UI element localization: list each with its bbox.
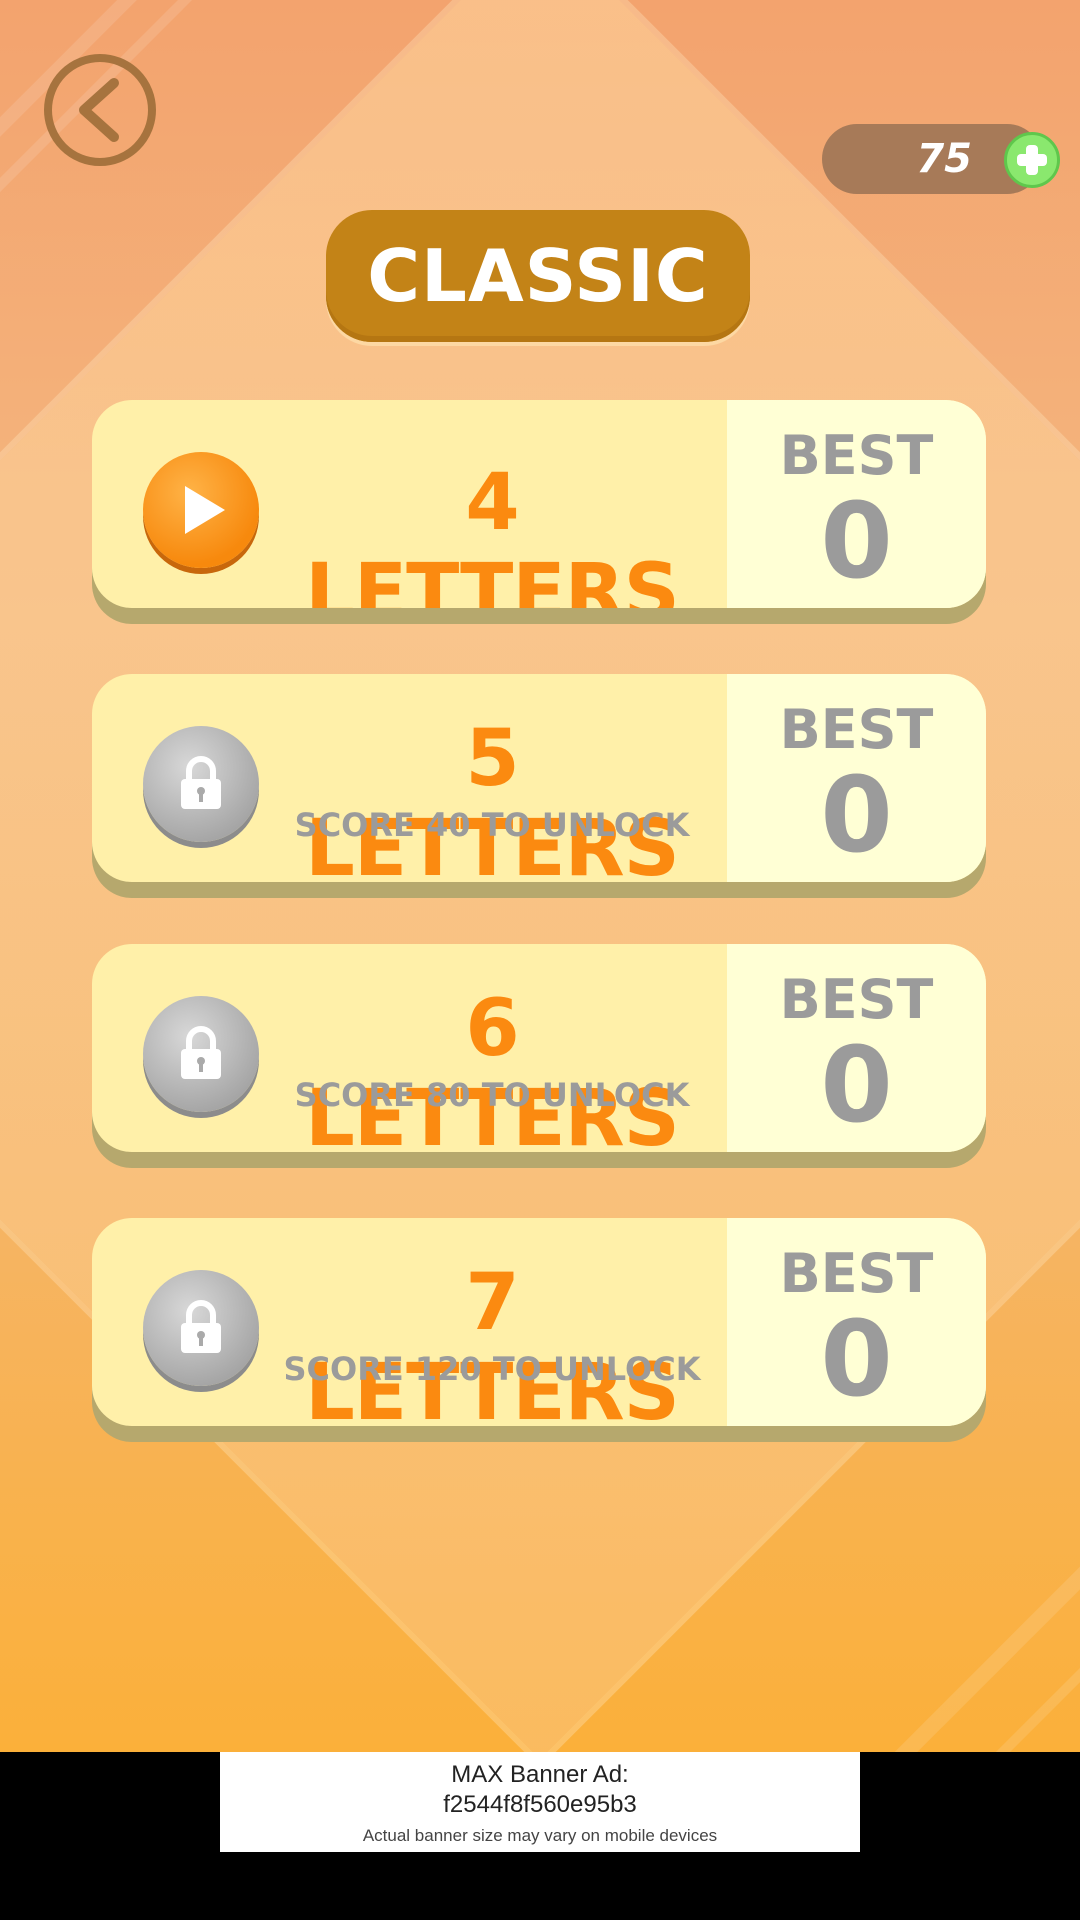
level-title: 7 LETTERS	[305, 1258, 680, 1426]
best-label: BEST	[779, 968, 934, 1031]
best-label: BEST	[779, 424, 934, 487]
level-title: 5 LETTERS	[305, 714, 680, 882]
coin-count: 75	[916, 136, 972, 182]
ad-line-1: MAX Banner Ad:	[451, 1761, 629, 1788]
level-card-6-letters[interactable]: 6 LETTERS SCORE 80 TO UNLOCK BEST 0	[92, 944, 986, 1152]
best-score-panel: BEST 0	[727, 400, 986, 608]
plus-icon	[1017, 145, 1047, 175]
level-card-5-letters[interactable]: 5 LETTERS SCORE 40 TO UNLOCK BEST 0	[92, 674, 986, 882]
ad-title: MAX Banner Ad: f2544f8f560e95b3	[220, 1760, 860, 1820]
lock-badge	[143, 996, 259, 1112]
best-score-panel: BEST 0	[727, 1218, 986, 1426]
best-label: BEST	[779, 698, 934, 761]
lock-badge	[143, 1270, 259, 1386]
best-score-panel: BEST 0	[727, 674, 986, 882]
add-coins-button[interactable]	[1004, 132, 1060, 188]
play-icon	[185, 486, 225, 534]
level-card-4-letters[interactable]: 4 LETTERS BEST 0	[92, 400, 986, 608]
banner-ad[interactable]: MAX Banner Ad: f2544f8f560e95b3 Actual b…	[220, 1752, 860, 1852]
back-button[interactable]	[44, 54, 156, 166]
level-title: 4 LETTERS	[305, 458, 680, 608]
best-value: 0	[820, 480, 893, 602]
best-value: 0	[820, 754, 893, 876]
unlock-requirement: SCORE 120 TO UNLOCK	[283, 1350, 701, 1388]
best-value: 0	[820, 1024, 893, 1146]
lock-icon	[181, 1026, 221, 1079]
best-value: 0	[820, 1298, 893, 1420]
unlock-requirement: SCORE 80 TO UNLOCK	[294, 1076, 690, 1114]
unlock-requirement: SCORE 40 TO UNLOCK	[294, 806, 690, 844]
lock-icon	[181, 1300, 221, 1353]
play-button[interactable]	[143, 452, 259, 568]
level-title: 6 LETTERS	[305, 984, 680, 1152]
lock-badge	[143, 726, 259, 842]
ad-note: Actual banner size may vary on mobile de…	[362, 1826, 718, 1845]
mode-title-plaque: CLASSIC	[326, 210, 750, 342]
game-background: 75 CLASSIC 4 LETTERS BEST 0 5 LETTERS SC…	[0, 0, 1080, 1752]
lock-icon	[181, 756, 221, 809]
best-score-panel: BEST 0	[727, 944, 986, 1152]
page-title: CLASSIC	[367, 234, 709, 318]
level-card-7-letters[interactable]: 7 LETTERS SCORE 120 TO UNLOCK BEST 0	[92, 1218, 986, 1426]
ad-line-2: f2544f8f560e95b3	[443, 1791, 637, 1818]
chevron-left-icon	[79, 78, 119, 142]
best-label: BEST	[779, 1242, 934, 1305]
